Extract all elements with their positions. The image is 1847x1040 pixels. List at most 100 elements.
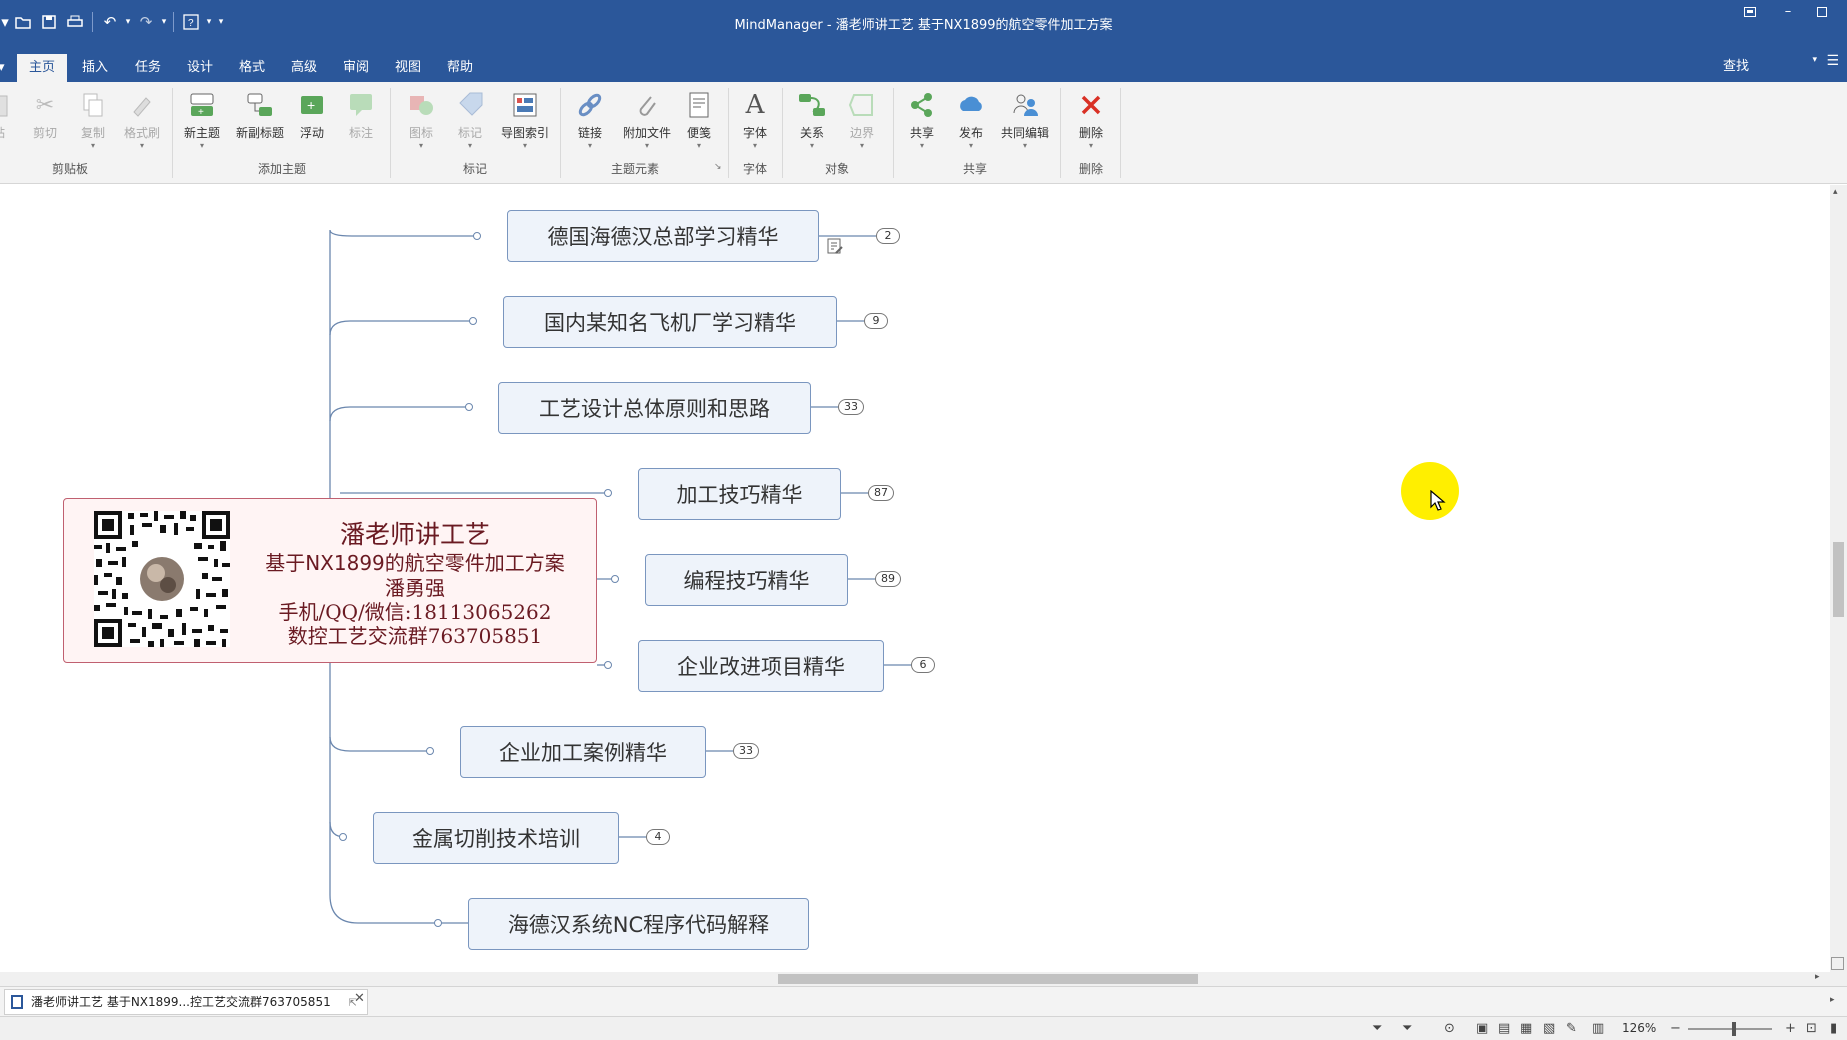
horizontal-scroll-thumb[interactable] (778, 974, 1198, 984)
floating-topic-icon: + (297, 90, 327, 120)
tab-review[interactable]: 审阅 (331, 54, 381, 82)
subtopic-count-badge[interactable]: 33 (838, 399, 864, 415)
restore-ribbon-icon[interactable] (1735, 6, 1765, 21)
boundary-button[interactable]: 边界 ▾ (837, 90, 887, 151)
copy-button[interactable]: 复制 ▾ (68, 90, 118, 151)
tab-scroll-right-icon[interactable]: ▸ (1830, 995, 1835, 1005)
fit-map-icon[interactable]: ⊡ (1806, 1021, 1817, 1036)
focus-icon[interactable]: ⊙ (1444, 1021, 1455, 1036)
cut-button[interactable]: ✂ 剪切 (20, 90, 70, 141)
subtopic-count-badge[interactable]: 89 (875, 571, 901, 587)
tab-advanced[interactable]: 高级 (279, 54, 329, 82)
collapse-knot[interactable] (469, 317, 477, 325)
note-icon[interactable] (826, 237, 844, 259)
delete-button[interactable]: 删除 ▾ (1066, 90, 1116, 151)
schedule-view-icon[interactable]: ▧ (1543, 1021, 1555, 1036)
tab-design[interactable]: 设计 (175, 54, 225, 82)
filter-icon[interactable]: ⏷ (1372, 1021, 1382, 1036)
topic-machining-cases[interactable]: 企业加工案例精华 (460, 726, 706, 778)
collapse-knot[interactable] (604, 489, 612, 497)
zoom-slider[interactable] (1688, 1028, 1772, 1030)
collapse-knot[interactable] (604, 661, 612, 669)
group-label-add-topic: 添加主题 (257, 162, 306, 176)
vertical-scrollbar[interactable]: ▴ (1830, 185, 1847, 972)
tab-view[interactable]: 视图 (383, 54, 433, 82)
co-edit-button[interactable]: 共同编辑 ▾ (997, 90, 1053, 151)
boundary-label: 边界 (849, 126, 874, 140)
notes-button[interactable]: 便笺 ▾ (674, 90, 724, 151)
find-button[interactable]: 查找 (1723, 55, 1749, 74)
central-topic[interactable]: 潘老师讲工艺 基于NX1899的航空零件加工方案 潘勇强 手机/QQ/微信:18… (63, 498, 597, 663)
horizontal-scrollbar[interactable]: ▸ (0, 972, 1847, 986)
topic-process-design[interactable]: 工艺设计总体原则和思路 (498, 382, 811, 434)
publish-button[interactable]: 发布 ▾ (946, 90, 996, 151)
topic-improvement-projects[interactable]: 企业改进项目精华 (638, 640, 884, 692)
tags-button[interactable]: 标记 ▾ (445, 90, 495, 151)
connector-line (329, 229, 478, 505)
document-tab[interactable]: 潘老师讲工艺 基于NX1899...控工艺交流群763705851 ⇱ (4, 989, 368, 1015)
panel-icon[interactable]: ▮ (1830, 1021, 1837, 1036)
subtopic-count-badge[interactable]: 33 (733, 743, 759, 759)
dialog-launcher-icon[interactable]: ↘ (714, 162, 722, 172)
icons-button[interactable]: 图标 ▾ (396, 90, 446, 151)
share-button[interactable]: 共享 ▾ (897, 90, 947, 151)
zoom-level[interactable]: 126% (1622, 1021, 1656, 1035)
callout-button[interactable]: 标注 (336, 90, 386, 141)
new-subtopic-button[interactable]: 新副标题 (232, 90, 288, 141)
topic-programming-tips[interactable]: 编程技巧精华 (645, 554, 848, 606)
scroll-right-icon[interactable]: ▸ (1815, 972, 1820, 982)
topic-machining-tips[interactable]: 加工技巧精华 (638, 468, 841, 520)
subtopic-count-badge[interactable]: 6 (911, 657, 935, 673)
zoom-slider-thumb[interactable] (1732, 1022, 1736, 1036)
minimize-icon[interactable]: – (1773, 4, 1803, 19)
collapse-knot[interactable] (465, 403, 473, 411)
tab-format[interactable]: 格式 (227, 54, 277, 82)
collapse-knot[interactable] (473, 232, 481, 240)
fit-icon[interactable] (1831, 957, 1844, 970)
map-view-icon[interactable]: ▣ (1476, 1021, 1488, 1036)
topic-heidenhain-hq[interactable]: 德国海德汉总部学习精华 (507, 210, 819, 262)
tab-file-partial[interactable]: ▾ (0, 54, 17, 82)
close-tab-icon[interactable]: ✕ (354, 991, 365, 1006)
collapse-knot[interactable] (339, 833, 347, 841)
attach-file-button[interactable]: 附加文件 ▾ (619, 90, 675, 151)
map-canvas[interactable]: 德国海德汉总部学习精华 2 国内某知名飞机厂学习精华 9 工艺设计总体原则和思路… (0, 185, 1830, 972)
find-dropdown-icon[interactable]: ▾ (1812, 55, 1817, 65)
font-button[interactable]: A 字体 ▾ (730, 90, 780, 151)
collapse-knot[interactable] (434, 919, 442, 927)
font-icon: A (745, 90, 765, 120)
subtopic-count-badge[interactable]: 9 (864, 313, 888, 329)
topic-metal-cutting[interactable]: 金属切削技术培训 (373, 812, 619, 864)
zoom-in-icon[interactable]: + (1785, 1021, 1796, 1036)
floating-topic-button[interactable]: + 浮动 (287, 90, 337, 141)
icons-label: 图标 (408, 126, 433, 140)
tab-insert[interactable]: 插入 (70, 54, 120, 82)
collapse-knot[interactable] (426, 747, 434, 755)
index-view-icon[interactable]: ▥ (1592, 1021, 1604, 1036)
topic-heidenhain-nc-code[interactable]: 海德汉系统NC程序代码解释 (468, 898, 809, 950)
map-index-button[interactable]: 导图索引 ▾ (498, 90, 552, 151)
tab-tasks[interactable]: 任务 (123, 54, 173, 82)
subtopic-count-badge[interactable]: 4 (646, 829, 670, 845)
relationship-button[interactable]: 关系 ▾ (787, 90, 837, 151)
vertical-scroll-thumb[interactable] (1833, 542, 1844, 617)
gantt-view-icon[interactable]: ▦ (1520, 1021, 1532, 1036)
brainstorm-view-icon[interactable]: ✎ (1566, 1021, 1577, 1036)
connector-line (329, 737, 346, 838)
link-button[interactable]: 链接 ▾ (565, 90, 615, 151)
subtopic-count-badge[interactable]: 87 (868, 485, 894, 501)
tab-help[interactable]: 帮助 (435, 54, 485, 82)
filter-options-icon[interactable]: ⏷ (1402, 1021, 1412, 1036)
maximize-icon[interactable] (1807, 6, 1837, 21)
outline-view-icon[interactable]: ▤ (1498, 1021, 1510, 1036)
topic-aircraft-factory[interactable]: 国内某知名飞机厂学习精华 (503, 296, 837, 348)
user-icon[interactable]: ☰ (1826, 53, 1839, 69)
brush-icon (127, 90, 157, 120)
zoom-out-icon[interactable]: − (1670, 1021, 1681, 1036)
collapse-knot[interactable] (611, 575, 619, 583)
tab-home[interactable]: 主页 (17, 54, 68, 82)
format-painter-button[interactable]: 格式刷 ▾ (117, 90, 167, 151)
new-topic-button[interactable]: + 新主题 ▾ (177, 90, 227, 151)
subtopic-count-badge[interactable]: 2 (876, 228, 900, 244)
scroll-up-icon[interactable]: ▴ (1833, 187, 1838, 197)
